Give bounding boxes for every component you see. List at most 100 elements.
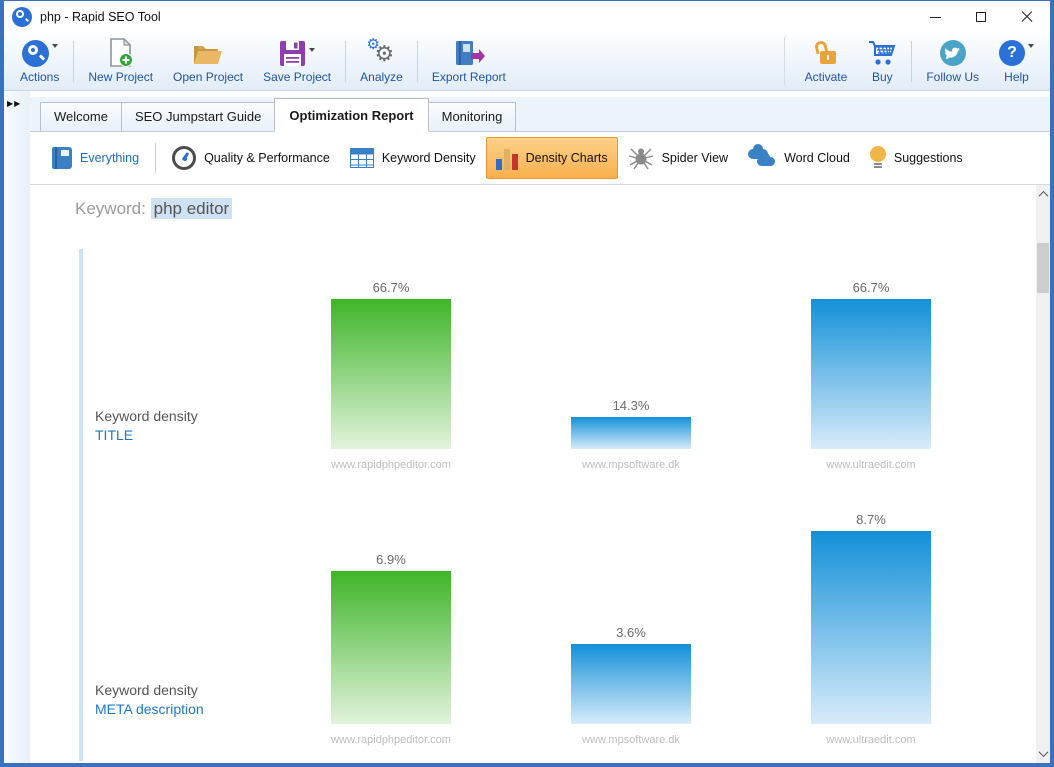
bar-url-label: www.rapidphpeditor.com <box>271 734 511 746</box>
tab-bar: Welcome SEO Jumpstart Guide Optimization… <box>30 91 1050 132</box>
export-report-label: Export Report <box>432 70 506 84</box>
bar-value-label: 6.9% <box>376 552 406 567</box>
quality-performance-label: Quality & Performance <box>204 151 330 165</box>
padlock-icon <box>815 40 837 66</box>
activate-button[interactable]: Activate <box>795 35 858 88</box>
bar-value-label: 14.3% <box>613 398 650 413</box>
scroll-up-button[interactable] <box>1036 187 1050 202</box>
buy-label: Buy <box>872 70 893 84</box>
actions-button[interactable]: Actions <box>10 35 69 88</box>
titlebar: php - Rapid SEO Tool <box>4 1 1050 33</box>
twitter-bird-icon <box>939 38 967 68</box>
bar-ultraedit-title <box>811 299 931 449</box>
chevron-down-icon <box>1028 44 1034 48</box>
new-document-icon <box>108 38 134 68</box>
bar-ultraedit-meta <box>811 531 931 724</box>
open-folder-icon <box>192 38 224 68</box>
bar-rapidphpeditor-title <box>331 299 451 449</box>
chevron-up-icon <box>1038 191 1048 201</box>
shopping-cart-icon <box>867 38 897 68</box>
buy-button[interactable]: Buy <box>857 35 907 88</box>
window-title: php - Rapid SEO Tool <box>40 10 161 24</box>
scroll-down-button[interactable] <box>1036 746 1050 761</box>
density-charts-label: Density Charts <box>526 151 608 165</box>
maximize-button[interactable] <box>958 1 1004 33</box>
help-circle-icon: ? <box>999 40 1025 66</box>
app-magnifier-icon <box>12 7 32 27</box>
keyword-line: Keyword: php editor <box>75 199 232 219</box>
collapsed-side-panel: ▶▶ <box>4 91 30 763</box>
toolbar-separator <box>417 41 418 82</box>
tab-seo-jumpstart-guide[interactable]: SEO Jumpstart Guide <box>121 102 275 131</box>
tab-optimization-report[interactable]: Optimization Report <box>274 98 428 132</box>
close-icon <box>1021 11 1033 23</box>
vertical-scrollbar[interactable] <box>1036 185 1050 763</box>
subtab-keyword-density[interactable]: Keyword Density <box>340 139 486 177</box>
bar-rapidphpeditor-meta <box>331 571 451 724</box>
keyword-label: Keyword: <box>75 199 146 218</box>
keyword-density-label: Keyword Density <box>382 151 476 165</box>
minimize-button[interactable] <box>912 1 958 33</box>
bar-url-label: www.rapidphpeditor.com <box>271 459 511 471</box>
bar-url-label: www.mpsoftware.dk <box>511 734 751 746</box>
subtab-density-charts[interactable]: Density Charts <box>486 137 618 179</box>
follow-us-label: Follow Us <box>926 70 979 84</box>
actions-label: Actions <box>20 70 59 84</box>
bar-url-label: www.mpsoftware.dk <box>511 459 751 471</box>
bar-value-label: 66.7% <box>373 280 410 295</box>
bar-value-label: 8.7% <box>856 512 886 527</box>
follow-us-button[interactable]: Follow Us <box>916 35 989 88</box>
gauge-icon <box>172 146 196 170</box>
toolbar-separator <box>73 41 74 82</box>
keyword-value: php editor <box>151 198 233 219</box>
expand-panel-button[interactable]: ▶▶ <box>7 99 21 108</box>
scrollbar-thumb[interactable] <box>1037 243 1049 293</box>
spider-icon <box>628 146 654 170</box>
app-magnifier-icon <box>22 40 49 67</box>
analyze-button[interactable]: ⚙⚙ Analyze <box>350 35 413 88</box>
main-toolbar: Actions New Project <box>4 33 1050 91</box>
open-project-button[interactable]: Open Project <box>163 35 253 88</box>
lightbulb-icon <box>870 146 886 170</box>
table-icon <box>350 148 374 168</box>
save-project-button[interactable]: Save Project <box>253 35 341 88</box>
open-project-label: Open Project <box>173 70 243 84</box>
help-button[interactable]: ? Help <box>989 35 1044 88</box>
chevron-down-icon <box>309 48 315 52</box>
bar-value-label: 66.7% <box>853 280 890 295</box>
new-project-label: New Project <box>88 70 153 84</box>
tab-monitoring[interactable]: Monitoring <box>428 102 517 131</box>
subtab-spider-view[interactable]: Spider View <box>618 137 738 179</box>
toolbar-separator <box>911 41 912 82</box>
subtab-word-cloud[interactable]: Word Cloud <box>738 138 860 178</box>
bar-url-label: www.ultraedit.com <box>751 459 991 471</box>
everything-label: Everything <box>80 151 139 165</box>
new-project-button[interactable]: New Project <box>78 35 163 88</box>
subtab-everything[interactable]: Everything <box>42 138 149 178</box>
book-icon <box>52 147 72 169</box>
app-window: php - Rapid SEO Tool Actions <box>0 0 1054 767</box>
floppy-disk-icon <box>279 40 306 67</box>
maximize-icon <box>976 12 986 22</box>
bar-chart-icon <box>496 146 518 170</box>
subtab-quality-performance[interactable]: Quality & Performance <box>162 137 340 179</box>
chevron-down-icon <box>52 44 58 48</box>
bar-value-label: 3.6% <box>616 625 646 640</box>
report-content: Keyword: php editor Keyword density TITL… <box>30 185 1050 763</box>
bar-mpsoftware-meta <box>571 644 691 724</box>
bar-mpsoftware-title <box>571 417 691 449</box>
chart-row-title: Keyword density TITLE 66.7% 14.3% <box>30 249 1030 481</box>
gears-icon: ⚙⚙ <box>366 39 396 67</box>
chart-row-meta-description: Keyword density META description 6.9% 3.… <box>30 495 1030 763</box>
close-button[interactable] <box>1004 1 1050 33</box>
tab-welcome[interactable]: Welcome <box>40 102 122 131</box>
toolbar-separator <box>345 41 346 82</box>
report-view-toolbar: Everything Quality & Performance Keyword… <box>30 132 1050 185</box>
chevron-down-icon <box>1038 747 1048 757</box>
subtoolbar-separator <box>155 143 156 173</box>
spider-view-label: Spider View <box>662 151 728 165</box>
export-report-button[interactable]: Export Report <box>422 35 516 88</box>
export-book-icon <box>453 38 485 68</box>
minimize-icon <box>930 17 941 18</box>
subtab-suggestions[interactable]: Suggestions <box>860 137 973 179</box>
